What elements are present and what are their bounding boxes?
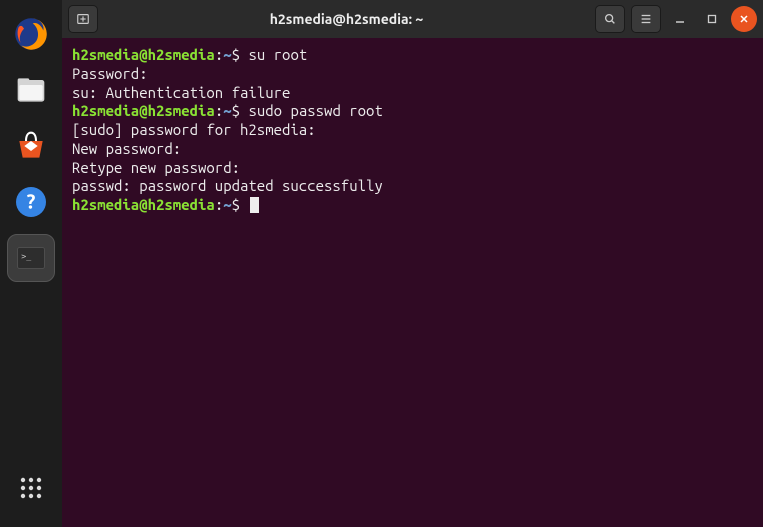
maximize-button[interactable]	[699, 6, 725, 32]
prompt-symbol: $	[232, 102, 249, 119]
prompt-user: h2smedia@h2smedia	[72, 196, 215, 213]
menu-button[interactable]	[631, 5, 661, 33]
prompt-path: ~	[223, 196, 231, 213]
prompt-symbol: $	[232, 46, 249, 63]
terminal-line: su: Authentication failure	[72, 84, 753, 103]
terminal-icon: >_	[13, 240, 49, 276]
terminal-line: [sudo] password for h2smedia:	[72, 121, 753, 140]
terminal-line: h2smedia@h2smedia:~$ su root	[72, 46, 753, 65]
terminal-line: Password:	[72, 65, 753, 84]
files-icon	[11, 70, 51, 110]
minimize-button[interactable]	[667, 6, 693, 32]
hamburger-icon	[639, 12, 653, 26]
terminal-body[interactable]: h2smedia@h2smedia:~$ su rootPassword:su:…	[62, 38, 763, 527]
search-icon	[603, 12, 617, 26]
svg-text:>_: >_	[21, 251, 31, 261]
prompt-path: ~	[223, 102, 231, 119]
svg-text:?: ?	[27, 190, 36, 213]
command-text: su root	[248, 46, 307, 63]
cursor	[250, 197, 259, 213]
window-title: h2smedia@h2smedia: ~	[104, 11, 589, 27]
prompt-colon: :	[215, 102, 223, 119]
search-button[interactable]	[595, 5, 625, 33]
help-icon: ?	[11, 182, 51, 222]
dock: ? >_	[0, 0, 62, 527]
prompt-colon: :	[215, 196, 223, 213]
command-text: sudo passwd root	[248, 102, 382, 119]
prompt-colon: :	[215, 46, 223, 63]
prompt-path: ~	[223, 46, 231, 63]
prompt-user: h2smedia@h2smedia	[72, 46, 215, 63]
titlebar: h2smedia@h2smedia: ~	[62, 0, 763, 38]
firefox-icon	[10, 13, 52, 55]
close-icon	[739, 14, 749, 24]
new-tab-icon	[76, 12, 90, 26]
new-tab-button[interactable]	[68, 5, 98, 33]
dock-software[interactable]	[7, 122, 55, 170]
terminal-line: New password:	[72, 140, 753, 159]
show-applications[interactable]	[7, 464, 55, 512]
prompt-user: h2smedia@h2smedia	[72, 102, 215, 119]
software-icon	[11, 126, 51, 166]
dock-firefox[interactable]	[7, 10, 55, 58]
maximize-icon	[707, 14, 717, 24]
minimize-icon	[675, 14, 685, 24]
prompt-symbol: $	[232, 196, 249, 213]
terminal-line: h2smedia@h2smedia:~$	[72, 196, 753, 215]
dock-terminal[interactable]: >_	[7, 234, 55, 282]
close-button[interactable]	[731, 6, 757, 32]
terminal-line: passwd: password updated successfully	[72, 177, 753, 196]
terminal-line: Retype new password:	[72, 159, 753, 178]
dock-files[interactable]	[7, 66, 55, 114]
dock-help[interactable]: ?	[7, 178, 55, 226]
apps-grid-icon	[19, 476, 43, 500]
terminal-window: h2smedia@h2smedia: ~	[62, 0, 763, 527]
terminal-line: h2smedia@h2smedia:~$ sudo passwd root	[72, 102, 753, 121]
